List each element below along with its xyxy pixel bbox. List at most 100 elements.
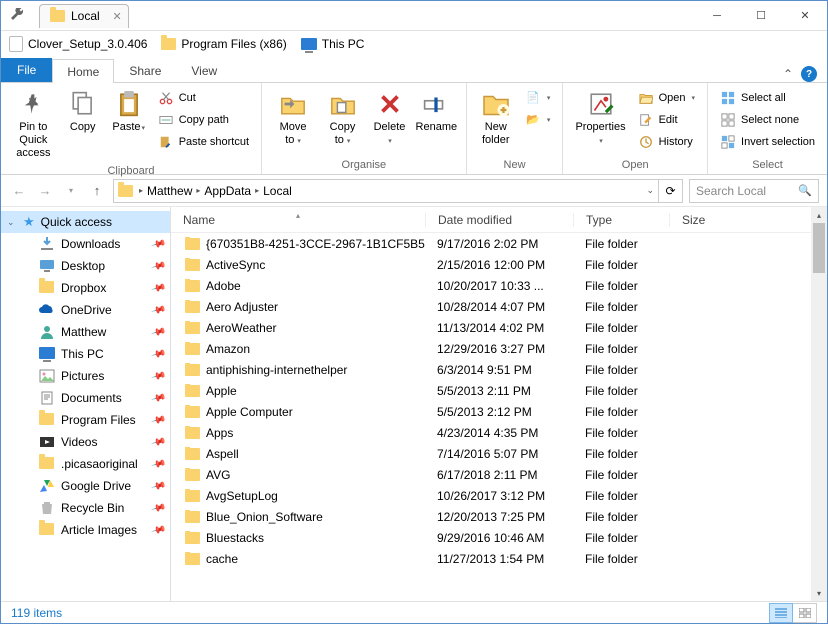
easy-access-button[interactable]: 📂▾ [521,109,555,130]
sidebar-item[interactable]: Pictures📌 [1,365,170,387]
scroll-down-icon[interactable]: ▾ [811,585,827,601]
bookmark-item[interactable]: Clover_Setup_3.0.406 [9,36,147,52]
file-row[interactable]: Amazon12/29/2016 3:27 PMFile folder [171,338,827,359]
delete-button[interactable]: Delete ▾ [369,87,411,149]
breadcrumb-segment[interactable]: Local [261,184,294,198]
file-row[interactable]: cache11/27/2013 1:54 PMFile folder [171,548,827,569]
sidebar-item-quick-access[interactable]: ⌄ ★ Quick access [1,211,170,233]
sidebar-item[interactable]: Desktop📌 [1,255,170,277]
sidebar-item[interactable]: Documents📌 [1,387,170,409]
file-row[interactable]: Apps4/23/2014 4:35 PMFile folder [171,422,827,443]
file-row[interactable]: Adobe10/20/2017 10:33 ...File folder [171,275,827,296]
new-item-button[interactable]: 📄▾ [521,87,555,108]
maximize-button[interactable]: ☐ [739,2,783,30]
paste-shortcut-button[interactable]: Paste shortcut [154,131,253,152]
new-folder-button[interactable]: New folder [475,87,517,149]
sidebar-item[interactable]: Google Drive📌 [1,475,170,497]
close-tab-icon[interactable]: ✕ [112,10,121,23]
sidebar-item[interactable]: Dropbox📌 [1,277,170,299]
file-row[interactable]: Bluestacks9/29/2016 10:46 AMFile folder [171,527,827,548]
pin-to-quick-access-button[interactable]: Pin to Quick access [9,87,58,163]
copy-path-button[interactable]: Copy path [154,109,253,130]
properties-button[interactable]: Properties ▾ [571,87,629,149]
tab-view[interactable]: View [176,58,232,82]
file-row[interactable]: Blue_Onion_Software12/20/2013 7:25 PMFil… [171,506,827,527]
tab-home[interactable]: Home [52,59,114,83]
scroll-thumb[interactable] [813,223,825,273]
chevron-right-icon[interactable]: ▸ [253,186,261,195]
rename-button[interactable]: Rename [415,87,458,136]
copy-to-button[interactable]: Copy to ▾ [320,87,365,149]
file-row[interactable]: Aero Adjuster10/28/2014 4:07 PMFile fold… [171,296,827,317]
open-button[interactable]: Open ▾ [634,87,699,108]
bookmark-item[interactable]: Program Files (x86) [161,37,286,51]
file-row[interactable]: {670351B8-4251-3CCE-2967-1B1CF5B5E6...9/… [171,233,827,254]
column-header-name[interactable]: Name▴ [171,213,425,227]
column-header-size[interactable]: Size [669,213,729,227]
invert-selection-icon [721,135,735,149]
details-view-icon [775,608,787,618]
move-to-button[interactable]: Move to ▾ [270,87,316,149]
breadcrumb-dropdown-icon[interactable]: ⌄ [646,185,654,196]
vertical-scrollbar[interactable]: ▴ ▾ [811,207,827,601]
tab-share[interactable]: Share [114,58,176,82]
file-row[interactable]: AvgSetupLog10/26/2017 3:12 PMFile folder [171,485,827,506]
select-none-button[interactable]: Select none [716,109,819,130]
ribbon-group-new: New folder 📄▾ 📂▾ New [467,83,564,174]
cut-button[interactable]: Cut [154,87,253,108]
file-row[interactable]: Apple Computer5/5/2013 2:12 PMFile folde… [171,401,827,422]
sidebar-item[interactable]: Program Files📌 [1,409,170,431]
search-input[interactable]: Search Local 🔍 [689,179,819,203]
icons-view-button[interactable] [793,603,817,623]
tree-collapse-icon[interactable]: ⌄ [7,217,15,228]
breadcrumb[interactable]: ▸ Matthew ▸ AppData ▸ Local ⌄ [113,179,659,203]
file-list[interactable]: {670351B8-4251-3CCE-2967-1B1CF5B5E6...9/… [171,233,827,601]
help-icon[interactable]: ? [801,66,817,82]
chevron-right-icon[interactable]: ▸ [137,186,145,195]
file-row[interactable]: ActiveSync2/15/2016 12:00 PMFile folder [171,254,827,275]
bookmark-item[interactable]: This PC [301,37,365,51]
gdrive-icon [39,479,55,493]
history-button[interactable]: History [634,131,699,152]
file-menu[interactable]: File [1,58,52,82]
file-row[interactable]: AVG6/17/2018 2:11 PMFile folder [171,464,827,485]
paste-button[interactable]: Paste▾ [108,87,150,136]
browser-tab[interactable]: Local ✕ [39,4,129,28]
minimize-button[interactable]: ─ [695,2,739,30]
sidebar-item[interactable]: Matthew📌 [1,321,170,343]
edit-button[interactable]: Edit [634,109,699,130]
breadcrumb-segment[interactable]: Matthew [145,184,194,198]
file-type: File folder [573,531,669,545]
collapse-ribbon-icon[interactable]: ⌃ [783,67,793,81]
sidebar-item[interactable]: This PC📌 [1,343,170,365]
invert-selection-button[interactable]: Invert selection [716,131,819,152]
file-date: 12/29/2016 3:27 PM [425,342,573,356]
cut-icon [159,91,173,105]
sidebar-item[interactable]: .picasaoriginal📌 [1,453,170,475]
file-row[interactable]: antiphishing-internethelper6/3/2014 9:51… [171,359,827,380]
select-all-button[interactable]: Select all [716,87,819,108]
sidebar-item[interactable]: Downloads📌 [1,233,170,255]
sidebar-item[interactable]: Recycle Bin📌 [1,497,170,519]
copy-button[interactable]: Copy [62,87,104,136]
refresh-button[interactable]: ⟳ [659,179,683,203]
up-button[interactable]: ↑ [87,181,107,201]
file-row[interactable]: Apple5/5/2013 2:11 PMFile folder [171,380,827,401]
file-row[interactable]: AeroWeather11/13/2014 4:02 PMFile folder [171,317,827,338]
sidebar-item[interactable]: Article Images📌 [1,519,170,541]
breadcrumb-segment[interactable]: AppData [202,184,253,198]
file-row[interactable]: Aspell7/14/2016 5:07 PMFile folder [171,443,827,464]
sidebar-item[interactable]: OneDrive📌 [1,299,170,321]
scroll-up-icon[interactable]: ▴ [811,207,827,223]
sidebar-item[interactable]: Videos📌 [1,431,170,453]
wrench-icon[interactable] [9,8,25,24]
close-button[interactable]: ✕ [783,2,827,30]
sidebar-item-label: Desktop [61,259,105,273]
forward-button[interactable]: → [35,181,55,201]
column-header-type[interactable]: Type [573,213,669,227]
chevron-right-icon[interactable]: ▸ [194,186,202,195]
recent-locations-dropdown[interactable]: ▾ [61,181,81,201]
back-button[interactable]: ← [9,181,29,201]
column-header-date[interactable]: Date modified [425,213,573,227]
details-view-button[interactable] [769,603,793,623]
